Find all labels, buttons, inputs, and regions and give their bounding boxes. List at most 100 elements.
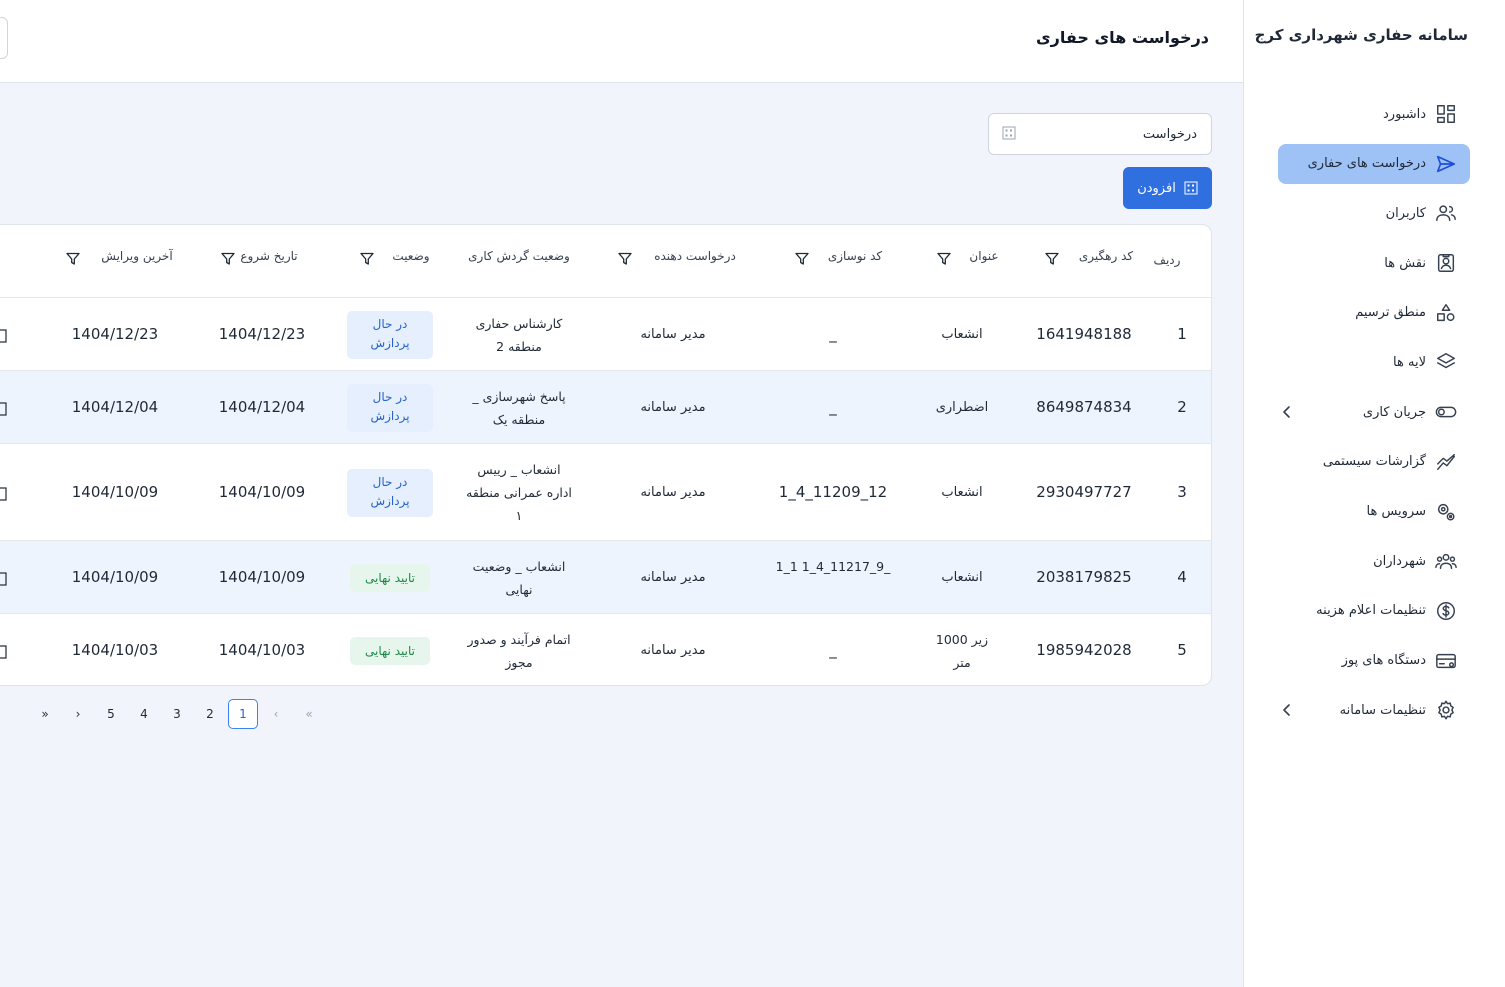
- sidebar-item-credit-card[interactable]: دستگاه های پوز: [1278, 641, 1470, 681]
- cell-tracking: 2930497727: [1036, 483, 1132, 501]
- cell-workflow: کارشناس حفاری منطقه 2: [475, 315, 563, 354]
- send-icon: [1434, 152, 1458, 176]
- page-button-2[interactable]: 2: [195, 699, 225, 729]
- table-row[interactable]: 4 2038179825 انشعاب _9_11217_4_1 1_1 مدیر سا…: [0, 541, 1211, 614]
- column-header-requester: درخواست دهنده: [654, 249, 736, 263]
- add-button[interactable]: افزودن: [1123, 167, 1212, 209]
- sidebar-item-label: منطق ترسیم: [1355, 305, 1426, 321]
- sidebar-nav: داشبورد درخواست های حفاری کاربران نقش ها منط…: [1278, 94, 1470, 740]
- sidebar-item-label: درخواست های حفاری: [1307, 156, 1426, 172]
- cell-renovation: _9_11217_4_1 1_1: [775, 558, 891, 574]
- row-action-icon[interactable]: [0, 644, 7, 659]
- table-row[interactable]: 2 8649874834 اضطراری _ مدیر سامانه پاسخ شهرسا…: [0, 371, 1211, 444]
- row-action-icon[interactable]: [0, 571, 7, 586]
- add-icon: [1184, 181, 1198, 195]
- sidebar-item-label: داشبورد: [1383, 106, 1426, 122]
- filter-icon[interactable]: [937, 251, 951, 265]
- cell-tracking: 8649874834: [1036, 398, 1132, 416]
- filter-icon[interactable]: [66, 251, 80, 265]
- dashboard-icon: [1434, 102, 1458, 126]
- cell-edited: 1404/10/09: [71, 483, 159, 501]
- sidebar-item-chart-line[interactable]: گزارشات سیستمی: [1278, 442, 1470, 482]
- sidebar-item-label: کاربران: [1385, 205, 1426, 221]
- status-badge: تایید نهایی: [350, 636, 430, 665]
- sidebar-item-shapes[interactable]: منطق ترسیم: [1278, 293, 1470, 333]
- gear-icon: [1434, 698, 1458, 722]
- dollar-circle-icon: [1434, 599, 1458, 623]
- cell-edited: 1404/10/09: [71, 568, 159, 586]
- gears-icon: [1434, 500, 1458, 524]
- cell-title: اضطراری: [935, 400, 989, 415]
- sidebar-item-label: گزارشات سیستمی: [1322, 454, 1426, 470]
- filter-icon[interactable]: [221, 251, 235, 265]
- search-field[interactable]: [988, 113, 1212, 155]
- table-row[interactable]: 3 2930497727 انشعاب 12_11209_4_1 مدیر سامانه…: [0, 444, 1211, 541]
- sidebar-item-gear[interactable]: تنظیمات سامانه: [1278, 690, 1470, 730]
- sidebar-item-gears[interactable]: سرویس ها: [1278, 492, 1470, 532]
- cell-requester: مدیر سامانه: [640, 400, 706, 415]
- chevron-left-icon[interactable]: [1278, 402, 1296, 422]
- cell-row: 2: [1177, 398, 1187, 416]
- cell-row: 4: [1177, 568, 1187, 586]
- cell-renovation: 12_11209_4_1: [778, 483, 888, 501]
- column-header-title: عنوان: [969, 249, 999, 263]
- status-badge: تایید نهایی: [350, 563, 430, 592]
- cell-workflow: اتمام فرآیند و صدور مجوز: [467, 631, 571, 670]
- column-header-edited: آخرین ویرایش: [101, 249, 173, 263]
- cell-renovation: _: [829, 398, 837, 416]
- cell-row: 1: [1177, 325, 1187, 343]
- table-row[interactable]: 5 1985942028 زیر 1000 متر _ مدیر سامانه اتمام…: [0, 614, 1211, 685]
- cell-requester: مدیر سامانه: [640, 327, 706, 342]
- sidebar-item-label: شهرداران: [1373, 553, 1426, 569]
- sidebar-item-user-group[interactable]: شهرداران: [1278, 541, 1470, 581]
- table-row[interactable]: 1 1641948188 انشعاب _ مدیر سامانه کارشناس حفا…: [0, 298, 1211, 371]
- sidebar: سامانه حفاری شهرداری کرج داشبورد درخواست …: [1243, 0, 1505, 987]
- page-button-1[interactable]: 1: [228, 699, 258, 729]
- sidebar-item-id-badge[interactable]: نقش ها: [1278, 243, 1470, 283]
- cell-title: انشعاب: [941, 327, 983, 342]
- filter-icon[interactable]: [1045, 251, 1059, 265]
- sidebar-item-dashboard[interactable]: داشبورد: [1278, 94, 1470, 134]
- requests-table: ردیف کد رهگیری عنوان کد نوسازی درخواست دهنده…: [0, 224, 1212, 686]
- cell-row: 3: [1177, 483, 1187, 501]
- row-action-icon[interactable]: [0, 328, 7, 343]
- table-header: ردیف کد رهگیری عنوان کد نوسازی درخواست دهنده…: [0, 225, 1211, 298]
- sidebar-item-layers[interactable]: لایه ها: [1278, 342, 1470, 382]
- page-next-button[interactable]: ›: [63, 699, 93, 729]
- cell-tracking: 2038179825: [1036, 568, 1132, 586]
- page-button-4[interactable]: 4: [129, 699, 159, 729]
- page-prev-button[interactable]: ‹: [261, 699, 291, 729]
- cell-workflow: انشعاب _ وضعیت نهایی: [472, 558, 566, 597]
- sidebar-item-label: سرویس ها: [1366, 504, 1426, 519]
- sidebar-item-users[interactable]: کاربران: [1278, 193, 1470, 233]
- filter-icon[interactable]: [795, 251, 809, 265]
- filter-icon[interactable]: [618, 251, 632, 265]
- header-control[interactable]: [0, 17, 8, 59]
- sidebar-item-label: جریان کاری: [1362, 404, 1426, 420]
- row-action-icon[interactable]: [0, 401, 7, 416]
- page-button-3[interactable]: 3: [162, 699, 192, 729]
- credit-card-icon: [1434, 649, 1458, 673]
- user-group-icon: [1434, 549, 1458, 573]
- chevron-left-icon[interactable]: [1278, 700, 1296, 720]
- toggle-icon: [1434, 400, 1458, 424]
- search-input[interactable]: [1017, 114, 1197, 154]
- page-last-button[interactable]: »: [30, 699, 60, 729]
- page-header: درخواست های حفاری: [0, 0, 1243, 83]
- filter-icon[interactable]: [360, 251, 374, 265]
- status-badge: در حال پردازش: [347, 468, 433, 517]
- cell-workflow: پاسخ شهرسازی _ منطقه یک: [472, 388, 566, 427]
- row-action-icon[interactable]: [0, 486, 7, 501]
- page-first-button[interactable]: «: [294, 699, 324, 729]
- sidebar-item-dollar-circle[interactable]: تنظیمات اعلام هزینه: [1278, 591, 1470, 631]
- cell-edited: 1404/12/04: [71, 398, 159, 416]
- sidebar-item-send[interactable]: درخواست های حفاری: [1278, 143, 1470, 184]
- cell-start: 1404/12/23: [218, 325, 306, 343]
- status-badge: در حال پردازش: [347, 383, 433, 432]
- sidebar-item-toggle[interactable]: جریان کاری: [1278, 392, 1470, 432]
- status-badge: در حال پردازش: [347, 310, 433, 359]
- sidebar-item-label: تنظیمات سامانه: [1339, 702, 1426, 718]
- cell-workflow: انشعاب _ رییس اداره عمرانی منطقه ۱: [466, 462, 572, 523]
- cell-edited: 1404/10/03: [71, 641, 159, 659]
- page-button-5[interactable]: 5: [96, 699, 126, 729]
